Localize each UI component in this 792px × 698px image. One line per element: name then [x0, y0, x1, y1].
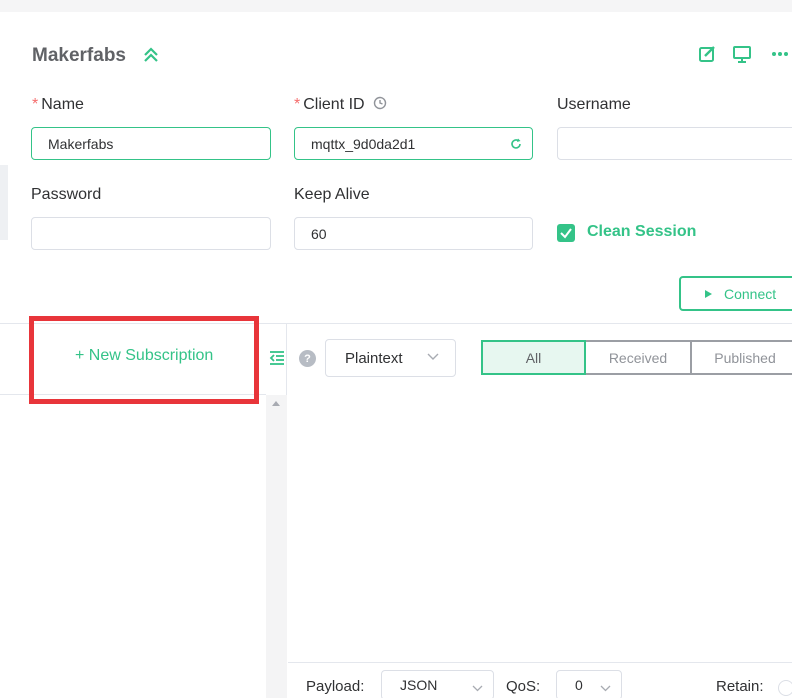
retain-toggle[interactable]	[778, 680, 792, 696]
connect-label: Connect	[724, 285, 777, 302]
connection-title: Makerfabs	[32, 45, 126, 66]
qos-select[interactable]: 0	[556, 670, 622, 698]
tab-all[interactable]: All	[481, 340, 586, 375]
keep-alive-input[interactable]: 60	[294, 217, 533, 250]
payload-format-value: Plaintext	[345, 349, 403, 367]
tab-received[interactable]: Received	[586, 340, 692, 375]
payload-type-value: JSON	[400, 677, 438, 693]
tab-published[interactable]: Published	[692, 340, 792, 375]
monitor-icon[interactable]	[732, 44, 752, 64]
chevron-down-icon	[472, 685, 483, 692]
payload-label: Payload:	[306, 678, 365, 695]
clean-session-label[interactable]: Clean Session	[587, 223, 696, 241]
left-edge-panel	[0, 165, 8, 240]
qos-label: QoS:	[506, 678, 541, 695]
name-input[interactable]: Makerfabs	[31, 127, 271, 160]
subscriptions-scrollbar[interactable]	[266, 395, 287, 698]
payload-type-select[interactable]: JSON	[381, 670, 494, 698]
username-label: Username	[557, 96, 631, 113]
edit-icon[interactable]	[697, 44, 717, 64]
keep-alive-label: Keep Alive	[294, 186, 370, 203]
username-input[interactable]	[557, 127, 792, 160]
clean-session-checkbox[interactable]	[557, 224, 575, 242]
client-id-value: mqttx_9d0da2d1	[311, 135, 416, 152]
clock-icon	[373, 96, 387, 110]
scroll-up-arrow-icon[interactable]	[272, 401, 280, 406]
window-top-strip	[0, 0, 792, 12]
check-icon	[560, 228, 572, 239]
help-icon[interactable]: ?	[299, 350, 316, 367]
message-filter-tabs: All Received Published	[481, 340, 792, 375]
qos-value: 0	[575, 677, 583, 693]
name-label: * Name	[32, 96, 84, 113]
retain-label: Retain:	[716, 678, 764, 695]
more-options-icon[interactable]	[770, 44, 790, 64]
play-icon	[705, 289, 712, 298]
client-id-label: * Client ID	[294, 96, 387, 114]
password-label: Password	[31, 186, 102, 203]
collapse-chevron-icon[interactable]	[141, 44, 161, 64]
chevron-down-icon	[427, 353, 439, 360]
password-input[interactable]	[31, 217, 271, 250]
refresh-icon[interactable]	[510, 138, 522, 150]
client-id-input[interactable]: mqttx_9d0da2d1	[294, 127, 533, 160]
collapse-list-icon[interactable]	[267, 348, 287, 368]
connection-panel	[9, 12, 792, 324]
connect-button[interactable]: Connect	[679, 276, 792, 311]
highlight-box	[29, 316, 259, 404]
payload-format-select[interactable]: Plaintext	[325, 339, 456, 377]
chevron-down-icon	[600, 685, 611, 692]
